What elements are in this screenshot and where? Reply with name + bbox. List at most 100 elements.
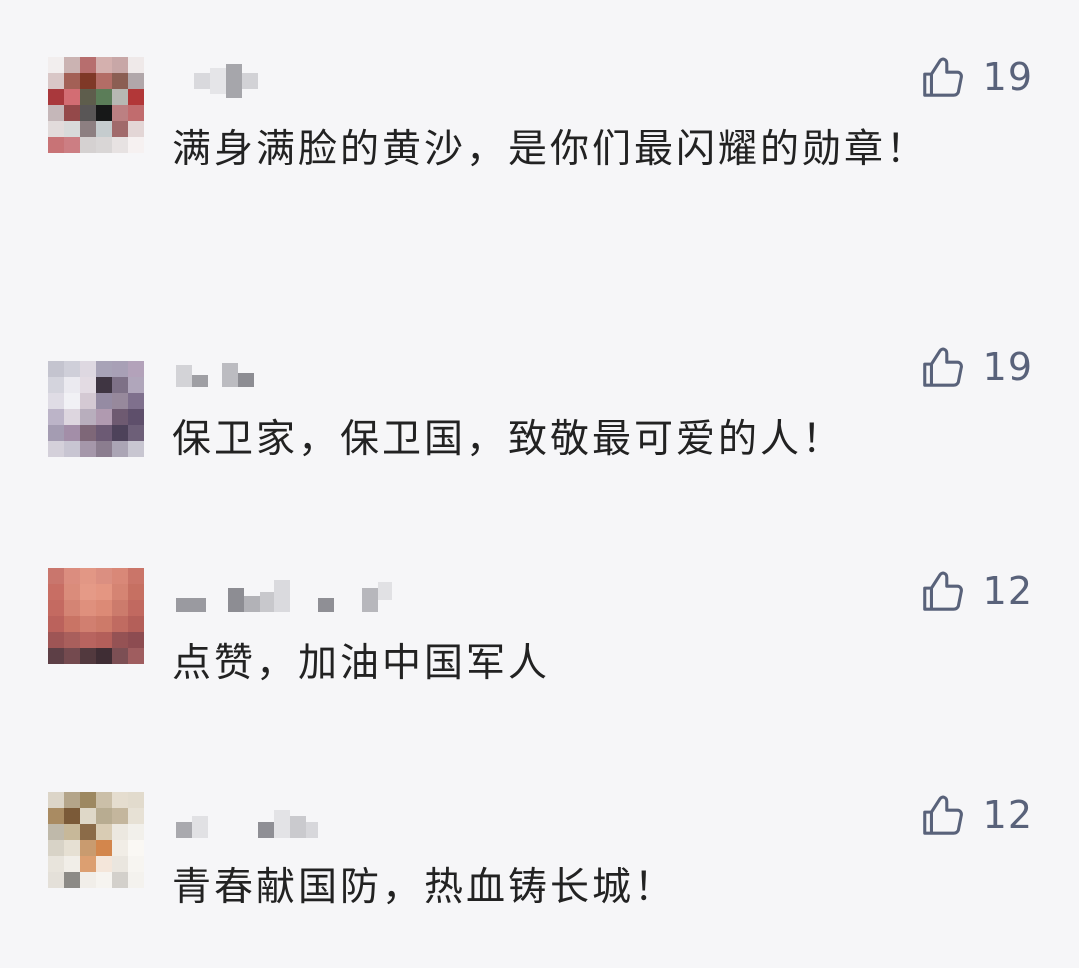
redacted-username[interactable] [172,355,432,389]
avatar-pixel [112,361,128,377]
avatar-pixel [128,425,144,441]
avatar-pixel [112,441,128,457]
like-button[interactable]: 12 [919,790,1033,840]
avatar-pixel [64,648,80,664]
avatar-pixel [80,377,96,393]
avatar-pixel [112,584,128,600]
avatar-pixel [48,137,64,153]
thumbs-up-icon[interactable] [919,568,965,614]
avatar-pixel [48,840,64,856]
avatar-pixel [128,89,144,105]
avatar-pixel [112,648,128,664]
avatar-pixel [128,824,144,840]
avatar-pixel [112,105,128,121]
avatar-pixel [128,361,144,377]
avatar-pixel [112,568,128,584]
avatar-pixel [64,632,80,648]
avatar-pixel [64,856,80,872]
avatar-pixel [64,441,80,457]
avatar-pixel [48,57,64,73]
avatar-pixel [80,57,96,73]
avatar-pixel [48,393,64,409]
avatar-pixel [80,632,96,648]
avatar-pixel [128,73,144,89]
avatar-pixel [96,872,112,888]
avatar-pixel [48,377,64,393]
avatar-pixel [128,648,144,664]
avatar[interactable] [48,568,144,664]
avatar-pixel [112,57,128,73]
avatar-pixel [48,792,64,808]
avatar-pixel [112,121,128,137]
avatar-pixel [96,584,112,600]
avatar-pixel [64,568,80,584]
avatar-pixel [48,584,64,600]
avatar-pixel [96,792,112,808]
avatar-pixel [128,616,144,632]
avatar-pixel [64,600,80,616]
avatar-pixel [80,361,96,377]
avatar-pixel [64,872,80,888]
avatar-pixel [48,808,64,824]
avatar-pixel [112,616,128,632]
avatar-pixel [64,584,80,600]
avatar-pixel [80,808,96,824]
comment-text: 点赞，加油中国军人 [172,641,551,686]
avatar-pixel [128,600,144,616]
thumbs-up-icon[interactable] [919,792,965,838]
avatar-pixel [96,361,112,377]
avatar-pixel [80,121,96,137]
avatar-pixel [64,393,80,409]
avatar-pixel [80,441,96,457]
avatar-pixel [112,73,128,89]
avatar-pixel [64,792,80,808]
comment-list: 19 满身满脸的黄沙，是你们最闪耀的勋章！ 19 保卫家，保卫国，致敬最可爱的人… [0,0,1079,968]
avatar-pixel [96,808,112,824]
like-button[interactable]: 19 [919,342,1033,392]
avatar-pixel [112,792,128,808]
avatar-pixel [64,377,80,393]
avatar[interactable] [48,57,144,153]
avatar-pixel [96,568,112,584]
like-count: 12 [982,793,1033,837]
avatar-pixel [128,57,144,73]
avatar[interactable] [48,361,144,457]
avatar-pixel [64,425,80,441]
avatar-pixel [80,648,96,664]
avatar-pixel [80,600,96,616]
avatar-pixel [64,361,80,377]
avatar-pixel [128,792,144,808]
redacted-username[interactable] [172,64,432,98]
thumbs-up-icon[interactable] [919,344,965,390]
like-button[interactable]: 19 [919,52,1033,102]
avatar[interactable] [48,792,144,888]
avatar-pixel [128,872,144,888]
avatar-pixel [128,377,144,393]
avatar-pixel [48,105,64,121]
avatar-pixel [80,409,96,425]
like-button[interactable]: 12 [919,566,1033,616]
avatar-pixel [64,89,80,105]
avatar-pixel [128,568,144,584]
avatar-pixel [128,409,144,425]
thumbs-up-icon[interactable] [919,54,965,100]
avatar-pixel [64,137,80,153]
avatar-pixel [80,73,96,89]
avatar-pixel [48,872,64,888]
avatar-pixel [80,425,96,441]
redacted-username[interactable] [172,580,432,614]
avatar-pixel [48,616,64,632]
comment-text: 保卫家，保卫国，致敬最可爱的人！ [172,417,845,462]
avatar-pixel [64,121,80,137]
avatar-pixel [80,792,96,808]
avatar-pixel [48,568,64,584]
avatar-pixel [96,377,112,393]
avatar-pixel [80,872,96,888]
redacted-username[interactable] [172,806,432,840]
avatar-pixel [96,616,112,632]
avatar-pixel [128,121,144,137]
avatar-pixel [96,824,112,840]
avatar-pixel [80,840,96,856]
avatar-pixel [80,89,96,105]
avatar-pixel [128,105,144,121]
